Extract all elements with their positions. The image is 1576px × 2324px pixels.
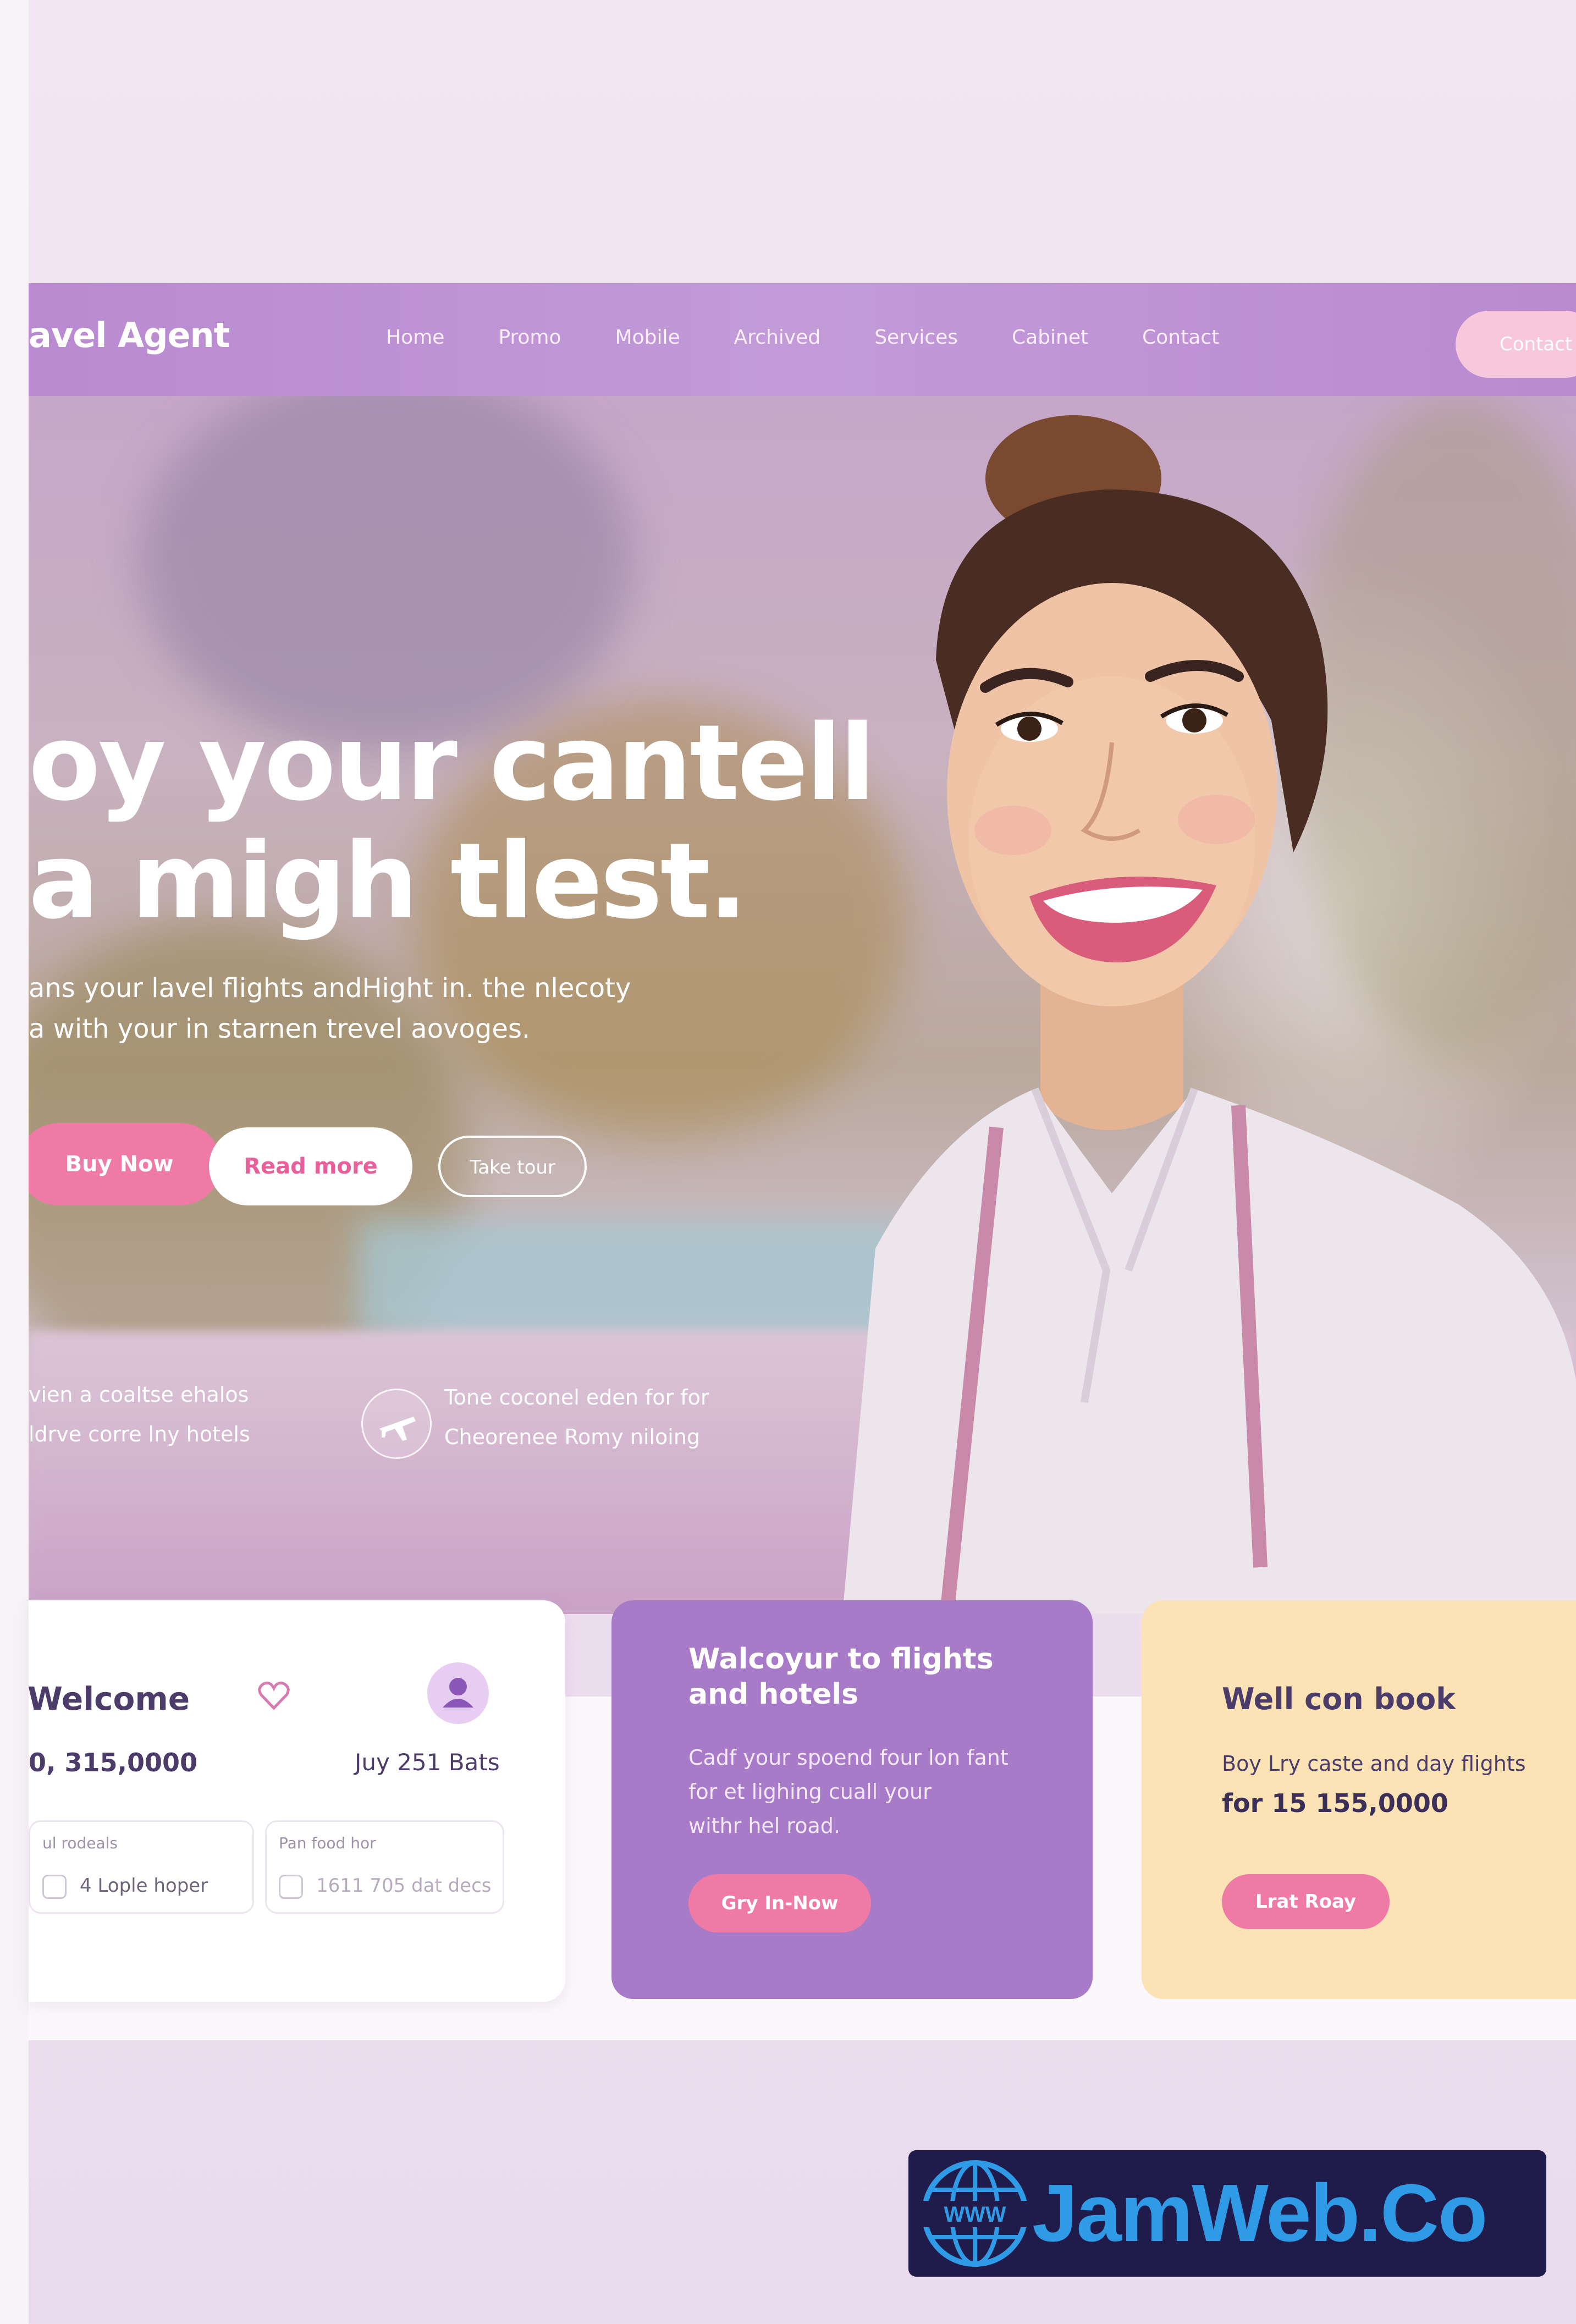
top-navigation-bar: avel Agent Home Promo Mobile Archived Se… [29,283,1576,396]
welcome-date: Juy 251 Bats [355,1749,500,1776]
booking-card-title: Well con book [1222,1682,1456,1716]
checkbox-icon[interactable] [42,1875,67,1899]
read-more-button[interactable]: Read more [209,1127,412,1205]
watermark-text: JamWeb.Co [1032,2168,1487,2259]
hero-section: oy your cantell a migh tlest. ans your l… [29,396,1576,1614]
nav-link-services[interactable]: Services [874,326,958,349]
mini-field-label: Pan food hor [279,1834,376,1852]
hero-feature-hotels: vien a coaltse ehalos ldrve corre lny ho… [29,1375,250,1454]
nav-cta-button[interactable]: Contact us [1456,311,1576,378]
checkbox-icon[interactable] [279,1875,303,1899]
plane-icon [361,1389,432,1459]
nav-link-archived[interactable]: Archived [734,326,821,349]
welcome-amount: 0, 315,0000 [29,1748,198,1777]
welcome-mini-field[interactable]: ul rodeals 4 Lople hoper [29,1820,254,1914]
welcome-card-title: Welcome [27,1680,190,1717]
hero-feature-line: Cheorenee Romy niloing [444,1425,701,1449]
nav-link-contact[interactable]: Contact [1142,326,1219,349]
user-icon[interactable] [427,1662,489,1724]
background-palm [139,396,633,753]
welcome-mini-field[interactable]: Pan food hor 1611 705 dat decs [265,1820,504,1914]
hero-feature-flights: Tone coconel eden for for Cheorenee Romy… [444,1378,709,1457]
nav-link-promo[interactable]: Promo [498,326,561,349]
hero-feature-line: vien a coaltse ehalos [29,1383,249,1407]
flights-card-text-line: for et lighing cuall your [688,1780,932,1804]
flights-card-button[interactable]: Gry In-Now [688,1874,871,1932]
nav-links: Home Promo Mobile Archived Services Cabi… [386,326,1219,349]
buy-now-button[interactable]: Buy Now [29,1123,221,1205]
flights-card-text: Cadf your spoend four lon fant for et li… [688,1741,1009,1843]
booking-card-button[interactable]: Lrat Roay [1222,1874,1390,1929]
flights-card-text-line: withr hel road. [688,1814,840,1838]
nav-link-home[interactable]: Home [386,326,444,349]
hero-subtitle-line2: a with your in starnen trevel aovoges. [29,1014,531,1044]
flights-card-title: Walcoyur to flights and hotels [688,1642,994,1712]
booking-card-text: Boy Lry caste and day flights [1222,1752,1526,1776]
flights-card-title-line: and hotels [688,1678,859,1711]
booking-card-price: for 15 155,0000 [1222,1788,1448,1818]
hero-headline: oy your cantell a migh tlest. [29,702,875,942]
page-edge [0,0,29,2324]
hero-subtitle-line1: ans your lavel flights andHight in. the … [29,973,631,1004]
mini-field-value: 1611 705 dat decs [316,1875,492,1897]
brand-logo[interactable]: avel Agent [29,315,230,355]
hero-feature-line: ldrve corre lny hotels [29,1422,250,1446]
globe-icon: WWW [921,2160,1029,2267]
hero-subtitle: ans your lavel flights andHight in. the … [29,968,631,1049]
mini-field-value: 4 Lople hoper [80,1875,208,1897]
nav-link-mobile[interactable]: Mobile [615,326,680,349]
flights-card-text-line: Cadf your spoend four lon fant [688,1745,1009,1770]
nav-link-cabinet[interactable]: Cabinet [1012,326,1088,349]
flights-card-title-line: Walcoyur to flights [688,1643,994,1676]
welcome-card [29,1600,565,2002]
watermark-badge: WWW JamWeb.Co [908,2150,1546,2277]
hero-headline-line1: oy your cantell [29,702,875,824]
globe-label: WWW [944,2202,1006,2227]
mini-field-label: ul rodeals [42,1834,118,1852]
take-tour-button[interactable]: Take tour [438,1136,587,1197]
hero-feature-line: Tone coconel eden for for [444,1385,709,1409]
hero-headline-line2: a migh tlest. [29,820,748,942]
hero-woman-photo [842,415,1576,1614]
heart-icon[interactable] [256,1677,292,1714]
